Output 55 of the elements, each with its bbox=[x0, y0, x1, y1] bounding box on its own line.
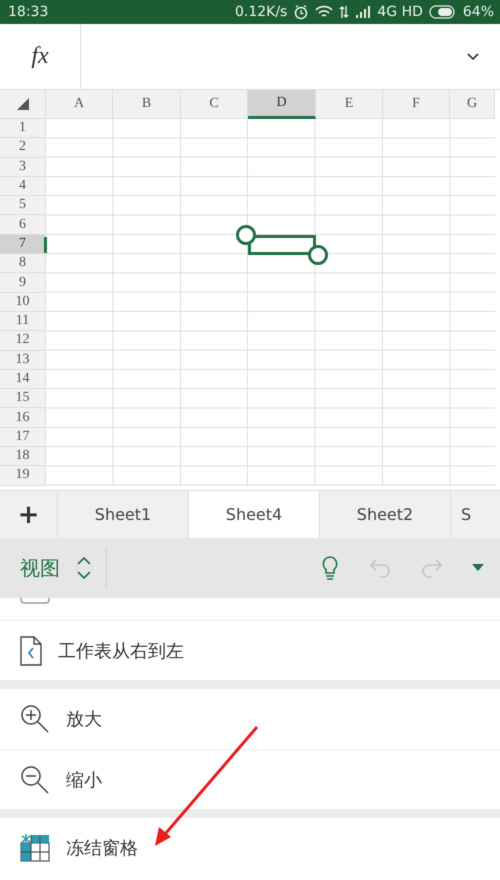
wifi-icon bbox=[315, 5, 334, 19]
row-header[interactable]: 13 bbox=[0, 350, 46, 370]
menu-item[interactable]: 放大 bbox=[0, 689, 500, 749]
sheet-tab[interactable]: Sheet4 bbox=[189, 491, 320, 538]
signal-icon bbox=[355, 6, 372, 18]
row-header[interactable]: 7 bbox=[0, 234, 46, 254]
menu-item[interactable]: 缩小 bbox=[0, 749, 500, 809]
column-header[interactable]: B bbox=[113, 90, 181, 119]
column-header[interactable]: F bbox=[383, 90, 450, 119]
dropdown-triangle-icon[interactable] bbox=[472, 564, 484, 572]
select-all-corner[interactable] bbox=[0, 90, 46, 119]
menu-item[interactable]: 冻结窗格 bbox=[0, 818, 500, 878]
alarm-icon bbox=[293, 4, 310, 20]
row-header[interactable]: 18 bbox=[0, 447, 46, 466]
data-arrows-icon bbox=[339, 5, 350, 19]
function-label[interactable]: fx bbox=[0, 24, 81, 89]
row-header[interactable]: 17 bbox=[0, 428, 46, 448]
row-header[interactable]: 14 bbox=[0, 370, 46, 390]
view-menu-button[interactable]: 视图 bbox=[20, 554, 60, 582]
freeze-panes-icon bbox=[20, 834, 50, 862]
chevron-down-icon[interactable] bbox=[466, 52, 480, 62]
row-header[interactable]: 8 bbox=[0, 254, 46, 274]
zoom-in-icon bbox=[20, 704, 50, 734]
menu-item[interactable]: 工作表从右到左 bbox=[0, 620, 500, 680]
network-type: 4G HD bbox=[377, 4, 423, 20]
row-marker bbox=[44, 236, 47, 253]
lightbulb-icon[interactable] bbox=[320, 555, 340, 581]
row-header[interactable]: 12 bbox=[0, 331, 46, 351]
row-header[interactable]: 9 bbox=[0, 273, 46, 293]
column-header[interactable]: E bbox=[316, 90, 383, 119]
selection-handle[interactable] bbox=[236, 224, 256, 245]
column-header[interactable]: C bbox=[181, 90, 248, 119]
document-icon bbox=[20, 636, 42, 666]
zoom-out-icon bbox=[20, 764, 50, 794]
column-header[interactable]: D bbox=[248, 90, 316, 119]
up-down-chevron-icon[interactable] bbox=[76, 555, 92, 581]
row-header[interactable]: 3 bbox=[0, 158, 46, 177]
row-header[interactable]: 1 bbox=[0, 119, 46, 138]
row-header[interactable]: 19 bbox=[0, 466, 46, 486]
network-speed: 0.12K/s bbox=[234, 4, 288, 20]
column-header[interactable]: G bbox=[450, 90, 495, 119]
row-header[interactable]: 4 bbox=[0, 176, 46, 196]
row-header[interactable]: 10 bbox=[0, 292, 46, 312]
row-header[interactable]: 16 bbox=[0, 408, 46, 428]
selection-handle[interactable] bbox=[308, 244, 328, 265]
clock-time: 18:33 bbox=[8, 4, 48, 20]
row-header[interactable]: 5 bbox=[0, 196, 46, 216]
battery-level: 64% bbox=[462, 4, 494, 20]
row-header[interactable]: 6 bbox=[0, 215, 46, 235]
row-header[interactable]: 15 bbox=[0, 389, 46, 408]
triangle-icon[interactable] bbox=[16, 98, 28, 110]
row-header[interactable]: 2 bbox=[0, 138, 46, 158]
column-header[interactable]: A bbox=[46, 90, 113, 119]
row-header[interactable]: 11 bbox=[0, 312, 46, 332]
battery-icon bbox=[428, 5, 457, 19]
